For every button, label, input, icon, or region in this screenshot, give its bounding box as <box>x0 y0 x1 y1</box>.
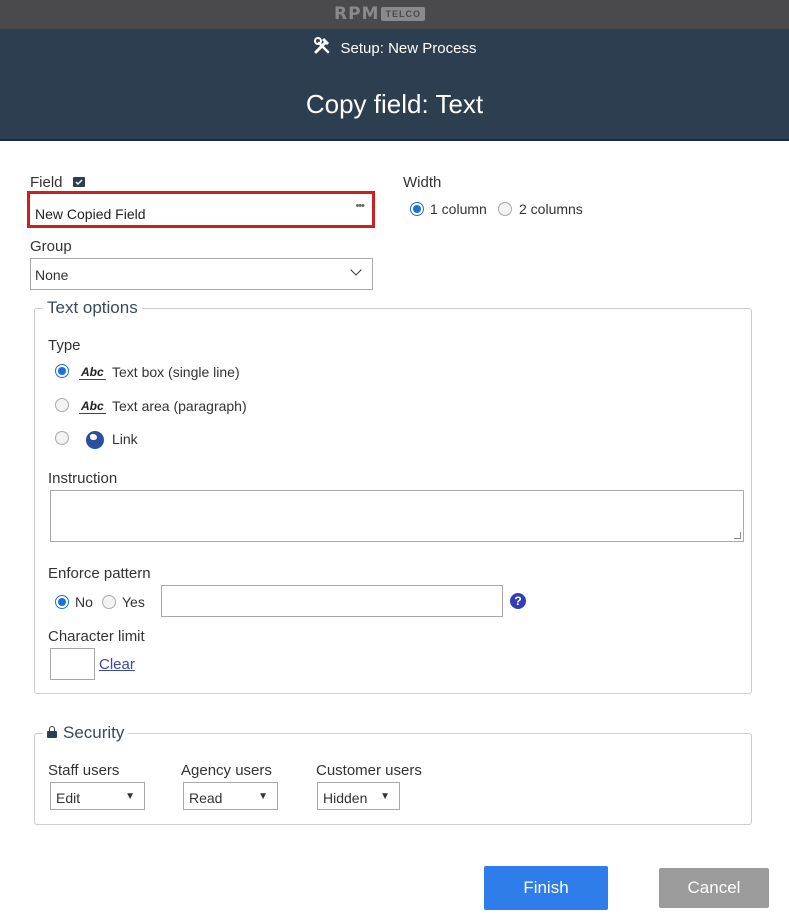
more-dots-icon[interactable]: ••• <box>355 200 365 212</box>
group-select-value: None <box>35 267 69 283</box>
chevron-down-icon <box>350 264 362 276</box>
security-fieldset <box>34 733 752 825</box>
tools-icon <box>313 37 333 59</box>
dropdown-arrow-icon: ▼ <box>258 791 268 802</box>
enforce-pattern-label: Enforce pattern <box>48 565 151 582</box>
width-2-columns-label: 2 columns <box>519 201 583 217</box>
header-subtitle-text: Setup: New Process <box>340 40 477 57</box>
clear-link[interactable]: Clear <box>99 656 135 673</box>
cancel-button[interactable]: Cancel <box>659 868 769 908</box>
enforce-no-label: No <box>75 594 93 610</box>
enforce-no-radio[interactable] <box>55 595 69 609</box>
dialog-title: Copy field: Text <box>305 89 484 119</box>
customer-users-label: Customer users <box>316 762 422 779</box>
abc-textbox-icon: Abc <box>79 365 106 380</box>
width-label: Width <box>403 174 442 191</box>
character-limit-label: Character limit <box>48 628 145 645</box>
agency-users-value: Read <box>189 790 223 806</box>
agency-users-label: Agency users <box>181 762 272 779</box>
help-icon[interactable]: ? <box>510 593 526 609</box>
field-label-text: Field <box>30 174 63 191</box>
width-1-column-label: 1 column <box>430 201 487 217</box>
top-bar: RPM TELCO <box>0 0 789 29</box>
globe-link-icon <box>86 431 104 449</box>
customer-users-value: Hidden <box>323 790 368 806</box>
security-legend: Security <box>43 723 129 743</box>
dialog-header: Setup: New Process Copy field: Text <box>0 29 789 141</box>
rpm-logo: RPM TELCO <box>334 4 425 24</box>
staff-users-value: Edit <box>56 790 81 806</box>
enforce-yes-label: Yes <box>122 594 145 610</box>
group-label: Group <box>30 238 72 255</box>
logo-text: RPM <box>334 4 380 24</box>
character-limit-input[interactable] <box>50 648 95 680</box>
pattern-input[interactable] <box>161 585 503 617</box>
finish-button[interactable]: Finish <box>484 866 608 910</box>
staff-users-label: Staff users <box>48 762 120 779</box>
checkbox-icon <box>72 177 85 187</box>
field-label: Field <box>30 174 85 191</box>
group-select[interactable]: None <box>30 258 373 290</box>
customer-users-select[interactable]: Hidden ▼ <box>317 782 400 810</box>
type-textbox-label: Text box (single line) <box>112 364 240 380</box>
security-legend-text: Security <box>63 723 125 742</box>
type-link-label: Link <box>112 431 138 447</box>
agency-users-select[interactable]: Read ▼ <box>183 782 278 810</box>
type-link-radio[interactable] <box>55 431 69 445</box>
type-textbox-radio[interactable] <box>55 364 69 378</box>
text-options-legend: Text options <box>43 298 142 318</box>
header-subtitle: Setup: New Process <box>0 37 789 59</box>
instruction-textarea[interactable] <box>50 490 744 542</box>
field-name-input[interactable]: New Copied Field ••• <box>27 191 375 228</box>
abc-textarea-icon: Abc <box>79 399 106 414</box>
instruction-label: Instruction <box>48 470 118 487</box>
field-name-value: New Copied Field <box>35 206 146 222</box>
lock-icon <box>47 726 59 738</box>
type-label: Type <box>48 337 81 354</box>
dropdown-arrow-icon: ▼ <box>125 791 135 802</box>
width-2-columns-radio[interactable] <box>498 202 512 216</box>
width-1-column-radio[interactable] <box>410 202 424 216</box>
logo-badge: TELCO <box>381 7 425 21</box>
type-textarea-label: Text area (paragraph) <box>112 398 247 414</box>
dropdown-arrow-icon: ▼ <box>380 791 390 802</box>
enforce-yes-radio[interactable] <box>102 595 116 609</box>
staff-users-select[interactable]: Edit ▼ <box>50 782 145 810</box>
type-textarea-radio[interactable] <box>55 398 69 412</box>
